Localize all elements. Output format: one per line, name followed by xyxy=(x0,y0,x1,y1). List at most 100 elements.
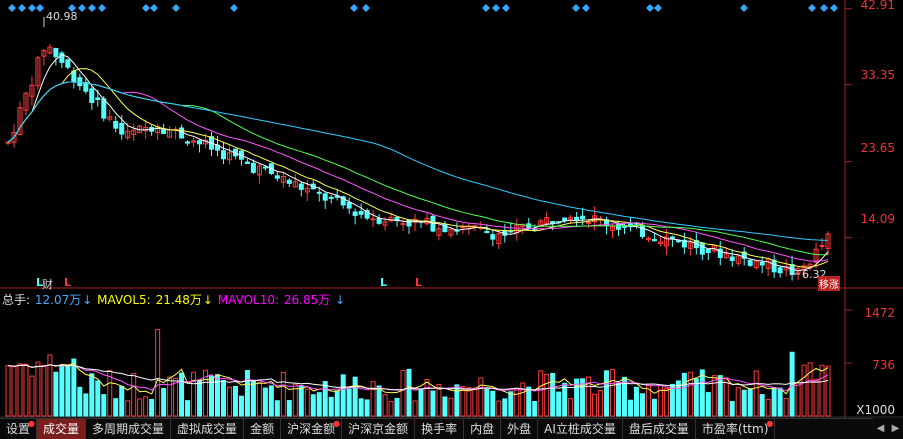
tab-scroll-controls: ◀ ▶ xyxy=(873,418,903,438)
volume-bar xyxy=(102,395,106,416)
event-marker-l[interactable]: L xyxy=(64,276,71,289)
tab-dot-icon: ● xyxy=(766,419,773,429)
scroll-left-icon[interactable]: ◀ xyxy=(877,423,885,434)
tab-sh-sz-bj-amount[interactable]: 沪深京金额 xyxy=(342,419,415,439)
tab-label: 换手率 xyxy=(421,422,457,436)
tab-label: 成交量 xyxy=(43,422,79,436)
volume-bar xyxy=(808,363,812,416)
event-marker-l[interactable]: L xyxy=(415,276,422,289)
volume-bar xyxy=(311,395,315,416)
volume-bar xyxy=(389,402,393,416)
volume-bar xyxy=(688,372,692,416)
volume-bar xyxy=(742,390,746,416)
volume-bar xyxy=(706,393,710,416)
tab-after-hours-volume[interactable]: 盘后成交量 xyxy=(623,419,696,439)
candle-body xyxy=(706,250,710,253)
tab-inner-volume[interactable]: 内盘 xyxy=(464,419,501,439)
candle-body xyxy=(772,260,776,272)
volume-bar xyxy=(299,386,303,416)
tab-amount[interactable]: 金额 xyxy=(244,419,281,439)
tab-multi-period-volume[interactable]: 多周期成交量 xyxy=(86,419,171,439)
volume-bar xyxy=(18,364,22,416)
candle-body xyxy=(78,78,82,86)
volume-bar xyxy=(443,397,447,416)
volume-bar xyxy=(233,386,237,416)
event-diamond-icon xyxy=(362,4,370,12)
volume-bar xyxy=(353,377,357,416)
candle-body xyxy=(581,216,585,218)
event-marker-cai[interactable]: 财 xyxy=(42,276,53,292)
volume-bar xyxy=(239,396,243,416)
volume-bar xyxy=(545,374,549,416)
tab-turnover-rate[interactable]: 换手率 xyxy=(415,419,464,439)
tab-sh-sz-amount[interactable]: 沪深金额● xyxy=(281,419,342,439)
volume-bar xyxy=(515,388,519,416)
tab-outer-volume[interactable]: 外盘 xyxy=(501,419,538,439)
volume-bar xyxy=(772,388,776,416)
tab-label: 设置 xyxy=(6,422,30,436)
volume-bar xyxy=(814,379,818,416)
event-marker-l[interactable]: L xyxy=(380,276,387,289)
volume-tick-high: 1472 xyxy=(864,306,895,320)
volume-bar xyxy=(365,400,369,416)
tab-virtual-volume[interactable]: 虚拟成交量 xyxy=(171,419,244,439)
tab-pe-ttm[interactable]: 市盈率(ttm)● xyxy=(696,419,775,439)
tab-settings[interactable]: 设置● xyxy=(0,419,37,439)
candle-body xyxy=(287,180,291,183)
tab-label: 外盘 xyxy=(507,422,531,436)
candle-body xyxy=(54,49,58,57)
candle-body xyxy=(347,203,351,208)
price-tick-14.09: 14.09 xyxy=(861,212,895,226)
mavol5-label: MAVOL5: xyxy=(97,293,151,307)
event-diamond-icon xyxy=(36,4,44,12)
volume-bar xyxy=(820,365,824,416)
volume-bar xyxy=(42,366,46,416)
tab-volume[interactable]: 成交量 xyxy=(37,419,86,439)
end-tag: 移涨 xyxy=(818,276,840,291)
volume-bar xyxy=(359,399,363,416)
scroll-right-icon[interactable]: ▶ xyxy=(892,423,900,434)
volume-bar xyxy=(269,386,273,416)
volume-tick-mid: 736 xyxy=(872,358,895,372)
volume-bar xyxy=(611,370,615,416)
volume-bar xyxy=(221,380,225,416)
mavol10-label: MAVOL10: xyxy=(218,293,279,307)
candle-body xyxy=(180,128,184,138)
tab-label: AI立桩成交量 xyxy=(544,422,616,436)
volume-bar xyxy=(12,367,16,416)
kline-chart[interactable] xyxy=(0,0,903,438)
event-diamond-icon xyxy=(808,4,816,12)
candle-body xyxy=(587,222,591,223)
candle-body xyxy=(6,142,10,143)
candle-body xyxy=(102,99,106,118)
candle-body xyxy=(760,262,764,265)
volume-bar xyxy=(640,394,644,416)
volume-bar xyxy=(371,382,375,416)
volume-bar xyxy=(24,364,28,416)
event-diamond-icon xyxy=(740,4,748,12)
high-annotation: 40.98 xyxy=(46,10,78,23)
event-diamond-icon xyxy=(482,4,490,12)
volume-bar xyxy=(30,376,34,416)
tab-ai-pile-volume[interactable]: AI立桩成交量 xyxy=(538,419,623,439)
candle-body xyxy=(623,226,627,227)
ma60-line xyxy=(8,82,828,240)
volume-bar xyxy=(347,389,351,416)
volume-bar xyxy=(527,387,531,416)
volume-bar xyxy=(114,399,118,416)
event-diamond-icon xyxy=(582,4,590,12)
candle-body xyxy=(317,192,321,193)
candle-body xyxy=(162,130,166,134)
volume-bar xyxy=(539,371,543,416)
volume-bar xyxy=(748,389,752,416)
volume-bar xyxy=(419,390,423,416)
mavol10-value: 26.85万 xyxy=(284,293,330,307)
ma5-line xyxy=(8,55,828,271)
volume-bar xyxy=(599,391,603,416)
volume-bar xyxy=(521,383,525,416)
volume-bar xyxy=(54,372,58,416)
total-volume-label: 总手: xyxy=(2,293,30,307)
volume-bar xyxy=(215,375,219,416)
candle-body xyxy=(670,237,674,238)
price-tick-23.65: 23.65 xyxy=(861,141,895,155)
